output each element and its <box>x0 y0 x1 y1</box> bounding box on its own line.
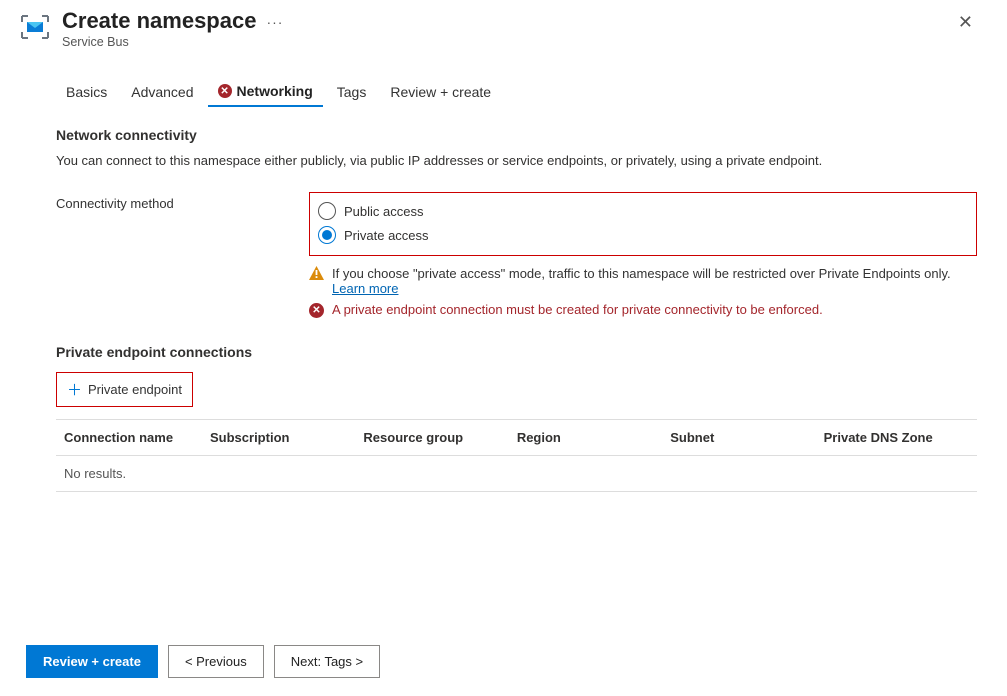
next-button[interactable]: Next: Tags > <box>274 645 380 678</box>
radio-icon <box>318 202 336 220</box>
radio-public-label: Public access <box>344 204 423 219</box>
tab-tags[interactable]: Tags <box>327 77 377 107</box>
review-create-button[interactable]: Review + create <box>26 645 158 678</box>
tab-networking[interactable]: ✕ Networking <box>208 77 323 107</box>
learn-more-link[interactable]: Learn more <box>332 281 398 296</box>
wizard-tabs: Basics Advanced ✕ Networking Tags Review… <box>0 53 1007 107</box>
network-connectivity-desc: You can connect to this namespace either… <box>56 153 977 168</box>
col-resource-group: Resource group <box>363 430 516 445</box>
tab-basics[interactable]: Basics <box>56 77 117 107</box>
col-private-dns-zone: Private DNS Zone <box>824 430 977 445</box>
service-bus-icon <box>20 12 50 42</box>
warning-icon <box>309 266 324 283</box>
error-icon: ✕ <box>218 84 232 98</box>
plus-icon: ＋ <box>67 379 82 400</box>
tab-networking-label: Networking <box>237 83 313 99</box>
radio-private-label: Private access <box>344 228 429 243</box>
previous-button[interactable]: < Previous <box>168 645 264 678</box>
connectivity-method-group: Public access Private access <box>309 192 977 256</box>
add-private-endpoint-button[interactable]: ＋ Private endpoint <box>56 372 193 407</box>
private-access-warning: If you choose "private access" mode, tra… <box>332 266 977 296</box>
table-empty-row: No results. <box>56 456 977 491</box>
radio-icon <box>318 226 336 244</box>
connectivity-method-label: Connectivity method <box>56 192 309 211</box>
add-private-endpoint-label: Private endpoint <box>88 382 182 397</box>
radio-private-access[interactable]: Private access <box>318 223 968 247</box>
private-endpoints-table: Connection name Subscription Resource gr… <box>56 419 977 492</box>
network-connectivity-heading: Network connectivity <box>56 127 977 143</box>
private-endpoint-error: A private endpoint connection must be cr… <box>332 302 823 317</box>
table-header-row: Connection name Subscription Resource gr… <box>56 420 977 456</box>
col-region: Region <box>517 430 670 445</box>
radio-public-access[interactable]: Public access <box>318 199 968 223</box>
col-subscription: Subscription <box>210 430 363 445</box>
page-subtitle: Service Bus <box>62 35 938 49</box>
page-title: Create namespace <box>62 8 256 34</box>
tab-advanced[interactable]: Advanced <box>121 77 203 107</box>
error-icon: ✕ <box>309 303 324 318</box>
more-menu-icon[interactable]: ··· <box>266 14 283 30</box>
col-subnet: Subnet <box>670 430 823 445</box>
col-connection-name: Connection name <box>64 430 210 445</box>
tab-review[interactable]: Review + create <box>380 77 501 107</box>
private-endpoint-heading: Private endpoint connections <box>56 344 977 360</box>
close-button[interactable]: ✕ <box>950 8 981 37</box>
